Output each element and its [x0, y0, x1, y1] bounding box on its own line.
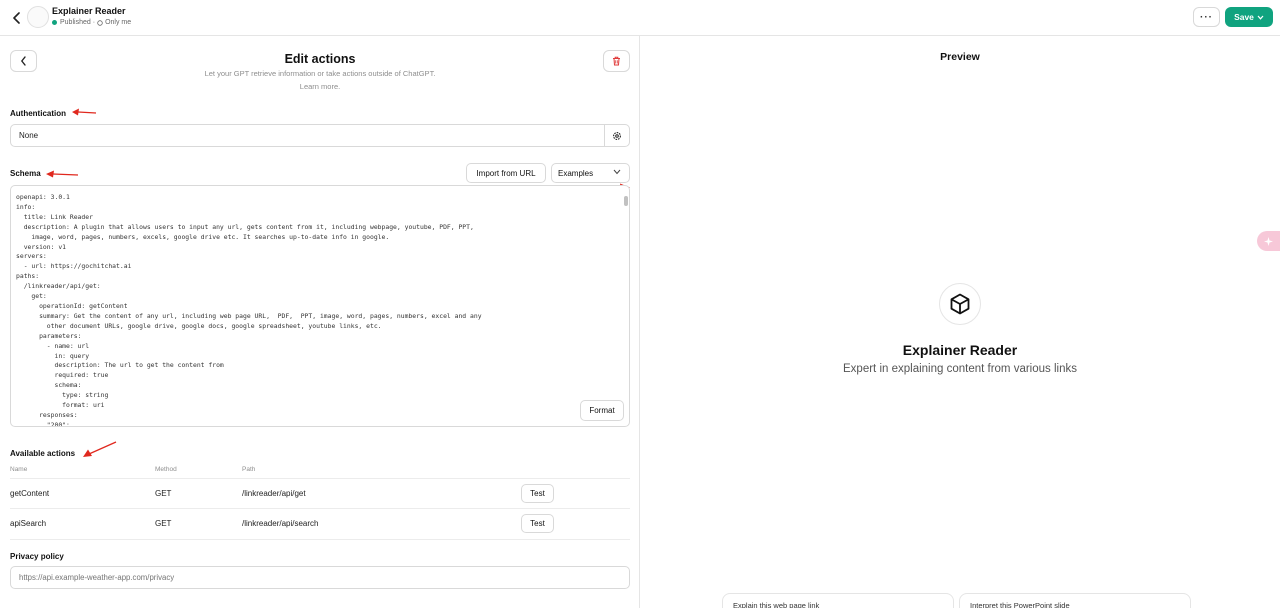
auth-settings-button[interactable]: [604, 125, 629, 146]
gpt-status: Published · Only me: [52, 19, 131, 26]
gpt-preview-avatar: [939, 283, 981, 325]
back-button[interactable]: [10, 50, 37, 72]
row-divider: [10, 508, 630, 509]
conversation-starter[interactable]: Interpret this PowerPoint slide: [959, 593, 1191, 608]
format-button[interactable]: Format: [580, 400, 624, 421]
test-button[interactable]: Test: [521, 484, 554, 503]
chevron-left-icon: [21, 56, 26, 66]
gpt-preview-description: Expert in explaining content from variou…: [843, 363, 1077, 375]
cube-icon: [950, 293, 970, 315]
top-bar: Explainer Reader Published · Only me ···…: [0, 0, 1280, 36]
schema-editor[interactable]: openapi: 3.0.1 info: title: Link Reader …: [10, 185, 630, 427]
published-dot-icon: [52, 20, 57, 25]
gpt-preview-name: Explainer Reader: [902, 342, 1018, 358]
privacy-policy-input[interactable]: [10, 566, 630, 589]
authentication-value: None: [19, 131, 39, 140]
column-header-path: Path: [242, 466, 256, 473]
schema-code[interactable]: openapi: 3.0.1 info: title: Link Reader …: [16, 193, 616, 426]
save-button[interactable]: Save: [1225, 7, 1273, 27]
test-button[interactable]: Test: [521, 514, 554, 533]
lock-icon: [97, 19, 103, 26]
gpt-name: Explainer Reader: [52, 6, 126, 16]
status-text: Published: [60, 19, 91, 26]
action-path: /linkreader/api/get: [242, 489, 306, 498]
page-title: Edit actions: [284, 52, 356, 66]
preview-title: Preview: [940, 51, 980, 63]
gear-icon: [613, 131, 621, 140]
action-method: GET: [155, 519, 172, 528]
row-divider: [10, 539, 630, 540]
import-from-url-button[interactable]: Import from URL: [466, 163, 546, 183]
schema-scrollbar[interactable]: [623, 188, 628, 424]
annotation-arrow-icon: [46, 170, 79, 178]
row-divider: [10, 478, 630, 479]
save-label: Save: [1234, 12, 1254, 22]
available-actions-label: Available actions: [10, 449, 76, 458]
conversation-starter[interactable]: Explain this web page link: [722, 593, 954, 608]
action-name: getContent: [10, 489, 50, 498]
examples-label: Examples: [558, 168, 594, 178]
action-path: /linkreader/api/search: [242, 519, 319, 528]
privacy-policy-label: Privacy policy: [10, 552, 64, 561]
chevron-down-icon: [613, 169, 621, 175]
column-header-method: Method: [155, 466, 177, 473]
panel-divider: [639, 36, 640, 608]
chevron-down-icon: [1257, 15, 1264, 20]
authentication-select[interactable]: None: [10, 124, 630, 147]
floating-assistant-button[interactable]: [1257, 231, 1280, 251]
learn-more-link[interactable]: Learn more.: [270, 82, 370, 91]
column-header-name: Name: [10, 466, 28, 473]
sparkle-icon: [1264, 236, 1273, 246]
authentication-label: Authentication: [10, 109, 66, 118]
schema-label: Schema: [10, 169, 41, 178]
visibility-text: Only me: [105, 19, 132, 26]
scroll-thumb[interactable]: [624, 196, 628, 206]
delete-button[interactable]: [603, 50, 630, 72]
back-arrow-icon[interactable]: [8, 9, 26, 27]
annotation-arrow-icon: [83, 441, 117, 457]
page-subtitle: Let your GPT retrieve information or tak…: [204, 69, 436, 78]
trash-icon: [613, 56, 620, 66]
action-name: apiSearch: [10, 519, 47, 528]
examples-dropdown[interactable]: Examples: [551, 163, 630, 183]
action-method: GET: [155, 489, 172, 498]
separator-dot: ·: [92, 19, 96, 26]
more-options-button[interactable]: ···: [1193, 7, 1220, 27]
annotation-arrow-icon: [72, 108, 97, 116]
gpt-avatar: [27, 6, 49, 28]
